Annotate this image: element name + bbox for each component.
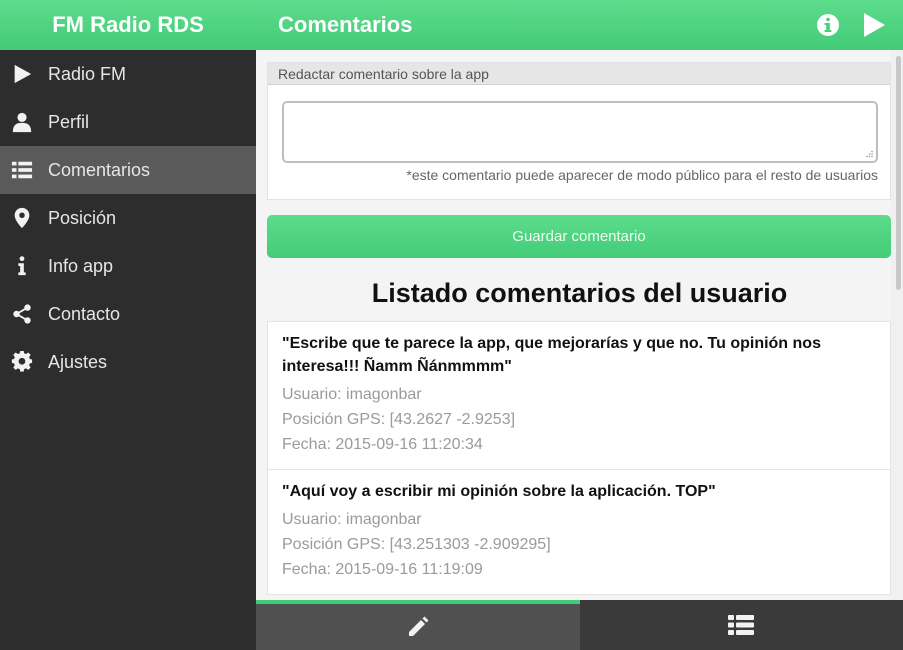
save-comment-button[interactable]: Guardar comentario	[267, 215, 891, 258]
map-marker-icon	[0, 194, 44, 242]
sidebar-item-radio-fm[interactable]: Radio FM	[0, 50, 256, 98]
info-icon	[0, 242, 44, 290]
tab-write[interactable]	[256, 600, 580, 650]
user-icon	[0, 98, 44, 146]
sidebar-item-comentarios[interactable]: Comentarios	[0, 146, 256, 194]
sidebar-item-label: Radio FM	[48, 63, 127, 84]
list-item[interactable]: "Escribe que te parece la app, que mejor…	[267, 321, 891, 470]
sidebar-item-posicion[interactable]: Posición	[0, 194, 256, 242]
form-legend: Redactar comentario sobre la app	[268, 63, 890, 85]
page-title: Comentarios	[278, 12, 413, 37]
comment-text: "Aquí voy a escribir mi opinión sobre la…	[282, 483, 716, 500]
resize-grip-icon[interactable]	[865, 150, 873, 158]
comment-gps: Posición GPS: [43.251303 -2.909295]	[282, 536, 551, 553]
app-title: FM Radio RDS	[0, 0, 256, 50]
sidebar-item-label: Comentarios	[48, 159, 151, 180]
comment-list: "Escribe que te parece la app, que mejor…	[267, 321, 891, 595]
tab-list[interactable]	[579, 600, 903, 650]
gear-icon	[0, 338, 44, 386]
scrollbar[interactable]	[891, 50, 903, 600]
list-title: Listado comentarios del usuario	[371, 278, 788, 308]
comment-form: Redactar comentario sobre la app *este c…	[267, 62, 891, 200]
play-icon	[864, 13, 885, 37]
comment-text: "Escribe que te parece la app, que mejor…	[282, 335, 821, 375]
list-icon	[728, 615, 755, 635]
comment-date: Fecha: 2015-09-16 11:19:09	[282, 561, 483, 578]
sidebar-item-info-app[interactable]: Info app	[0, 242, 256, 290]
comment-user: Usuario: imagonbar	[282, 386, 422, 403]
sidebar-item-label: Ajustes	[48, 351, 108, 372]
comment-date: Fecha: 2015-09-16 11:20:34	[282, 436, 483, 453]
sidebar-item-label: Posición	[48, 207, 117, 228]
pencil-icon	[408, 616, 429, 636]
main-panel: Comentarios Redactar comentario sobre la…	[256, 0, 903, 650]
comment-user: Usuario: imagonbar	[282, 511, 422, 528]
sidebar-item-ajustes[interactable]: Ajustes	[0, 338, 256, 386]
header: Comentarios	[256, 0, 903, 50]
share-icon	[0, 290, 44, 338]
sidebar-item-label: Info app	[48, 255, 114, 276]
form-note: *este comentario puede aparecer de modo …	[406, 167, 878, 183]
sidebar-item-label: Contacto	[48, 303, 121, 324]
bottom-tab-bar	[256, 600, 903, 650]
info-button[interactable]	[805, 0, 851, 50]
comment-gps: Posición GPS: [43.2627 -2.9253]	[282, 411, 516, 428]
info-circle-icon	[817, 14, 839, 36]
sidebar-item-contacto[interactable]: Contacto	[0, 290, 256, 338]
scroll-thumb[interactable]	[896, 56, 901, 290]
list-icon	[0, 146, 44, 194]
comment-textarea[interactable]	[282, 101, 878, 163]
list-item[interactable]: "Aquí voy a escribir mi opinión sobre la…	[267, 470, 891, 595]
sidebar-item-label: Perfil	[48, 111, 90, 132]
sidebar: FM Radio RDS Radio FM Perfil Comentarios…	[0, 0, 256, 650]
play-icon	[0, 50, 44, 98]
sidebar-item-perfil[interactable]: Perfil	[0, 98, 256, 146]
play-button[interactable]	[851, 0, 897, 50]
content-area: Redactar comentario sobre la app *este c…	[256, 50, 903, 600]
